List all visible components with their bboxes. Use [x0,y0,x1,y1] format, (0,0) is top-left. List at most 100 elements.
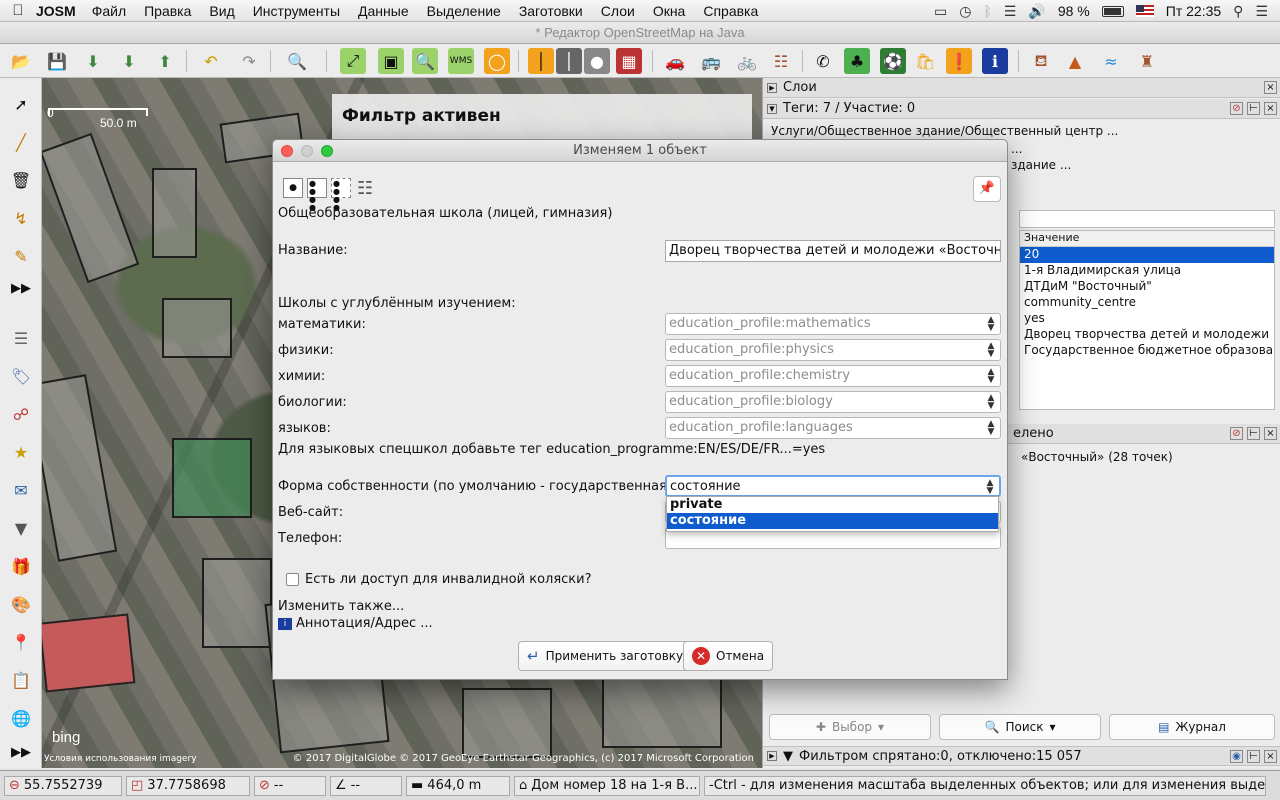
conflict-panel-icon[interactable]: ★ [7,438,35,466]
preferences-icon[interactable]: 🔍 [284,48,310,74]
peak-icon[interactable]: ▲ [1062,48,1088,74]
layers-panel-icon[interactable]: ☰ [7,324,35,352]
expand-icon[interactable]: ▶ [767,751,777,761]
filter-panel-icon[interactable]: ▼ [7,514,35,542]
pin-icon[interactable]: ⊢ [1247,750,1260,763]
minimize-window-icon[interactable] [301,145,313,157]
railway-icon[interactable]: ☷ [768,48,794,74]
notification-center-icon[interactable]: ☰ [1255,3,1268,20]
tags-panel-icon[interactable]: 🏷 [7,362,35,390]
notes-panel-icon[interactable]: 📍 [7,628,35,656]
draw-tool-icon[interactable]: ╱ [7,128,35,156]
close-icon[interactable]: × [1264,102,1277,115]
input-source-flag-icon[interactable] [1135,5,1154,17]
car-icon[interactable]: 🚗 [662,48,688,74]
menu-presets[interactable]: Заготовки [519,3,583,19]
close-icon[interactable]: × [1264,750,1277,763]
tag-value-row[interactable]: 1-я Владимирская улица [1020,263,1274,279]
selection-item[interactable]: «Восточный» (28 точек) [1021,450,1173,464]
waterway-icon[interactable]: ≈ [1098,48,1124,74]
upload-icon[interactable]: ⬆ [152,48,178,74]
name-field[interactable]: Дворец творчества детей и молодежи «Вост… [665,240,1001,262]
biology-combo[interactable]: education_profile:biology ▲ ▼ [665,391,1001,413]
menu-file[interactable]: Файл [92,3,126,19]
validation-panel-icon[interactable]: ✉ [7,476,35,504]
delete-tool-icon[interactable]: 🗑 [7,166,35,194]
phone-icon[interactable]: ✆ [810,48,836,74]
languages-combo[interactable]: education_profile:languages ▲ ▼ [665,417,1001,439]
todo-panel-icon[interactable]: 📋 [7,666,35,694]
tag-value-row[interactable]: yes [1020,311,1274,327]
option-state[interactable]: состояние [667,513,998,529]
industrial-icon[interactable]: ⛾ [1028,48,1054,74]
filter-panel-header[interactable]: ▶ ▼ Фильтром спрятано:0, отключено:15 05… [763,746,1280,766]
display-icon[interactable]: ▭ [934,3,947,20]
tag-value-row[interactable]: Дворец творчества детей и молодежи ... [1020,327,1274,343]
menu-layers[interactable]: Слои [601,3,635,19]
math-combo[interactable]: education_profile:mathematics ▲ ▼ [665,313,1001,335]
bicycle-icon[interactable]: 🚲 [734,48,760,74]
app-menu[interactable]: JOSM [36,3,76,19]
tags-panel-header[interactable]: ▼ Теги: 7 / Участие: 0 ⊘ ⊢ × [763,99,1280,119]
menu-help[interactable]: Справка [703,3,758,19]
open-file-icon[interactable]: 📂 [8,48,34,74]
map-paint-icon[interactable]: 🎨 [7,590,35,618]
wms-icon[interactable]: WMS [448,48,474,74]
apply-preset-button[interactable]: ↵ Применить заготовку [518,641,693,671]
disable-icon[interactable]: ⊘ [1230,427,1243,440]
tag-search-field[interactable] [1019,210,1275,228]
close-icon[interactable]: × [1264,81,1277,94]
tag-table[interactable]: Значение 20 1-я Владимирская улица ДТДиМ… [1019,230,1275,410]
address-link[interactable]: i Аннотация/Адрес ... [278,616,433,631]
preset-line-2[interactable]: ... [1011,142,1022,156]
apple-menu-icon[interactable]:  [0,2,36,19]
menu-windows[interactable]: Окна [653,3,686,19]
download-icon[interactable]: ⬇ [80,48,106,74]
spotlight-search-icon[interactable]: ⚲ [1233,3,1243,20]
layers-panel-header[interactable]: ▶ Слои × [763,78,1280,98]
shop-icon[interactable]: 🛍 [912,48,938,74]
zoom-selection-icon[interactable]: ▣ [378,48,404,74]
barrier-icon[interactable]: ▦ [616,48,642,74]
select-tool-icon[interactable]: ➚ [7,90,35,118]
select-button[interactable]: ✚ Выбор ▾ [769,714,931,740]
lane-icon[interactable]: │ [528,48,554,74]
close-icon[interactable]: × [1264,427,1277,440]
menu-tools[interactable]: Инструменты [253,3,340,19]
download-area-icon[interactable]: ⬇ [116,48,142,74]
wifi-icon[interactable]: ☰ [1004,3,1017,20]
castle-icon[interactable]: ♜ [1134,48,1160,74]
improve-way-icon[interactable]: ↯ [7,204,35,232]
menu-selection[interactable]: Выделение [427,3,501,19]
info-icon[interactable]: ℹ [982,48,1008,74]
more-tools-icon[interactable]: ▶▶ [7,274,35,302]
relations-panel-icon[interactable]: ☍ [7,400,35,428]
redo-icon[interactable]: ↷ [236,48,262,74]
zoom-icon[interactable]: 🔍 [412,48,438,74]
close-window-icon[interactable] [281,145,293,157]
history-button[interactable]: ▤ Журнал [1109,714,1275,740]
battery-icon[interactable] [1101,5,1124,17]
physics-combo[interactable]: education_profile:physics ▲ ▼ [665,339,1001,361]
bluetooth-icon[interactable]: ᛒ [983,3,991,19]
bus-icon[interactable]: 🚌 [698,48,724,74]
ownership-combo[interactable]: состояние ▲ ▼ [665,475,1001,497]
pencil-icon[interactable]: ✎ [7,242,35,270]
maximize-window-icon[interactable] [321,145,333,157]
expand-icon[interactable]: ▶ [767,82,777,93]
search-button[interactable]: 🔍 Поиск ▾ [939,714,1101,740]
preset-line-3[interactable]: здание ... [1011,158,1071,172]
sport-icon[interactable]: ⚽ [880,48,906,74]
value-column-header[interactable]: Значение [1020,231,1274,247]
undo-icon[interactable]: ↶ [198,48,224,74]
tag-value-row[interactable]: Государственное бюджетное образова... [1020,343,1274,359]
eye-icon[interactable]: ◉ [1230,750,1243,763]
road-icon[interactable]: │ [556,48,582,74]
pin-icon[interactable]: ⊢ [1247,102,1260,115]
clock[interactable]: Пт 22:35 [1166,3,1221,19]
option-private[interactable]: private [667,497,998,513]
menu-data[interactable]: Данные [358,3,409,19]
menu-edit[interactable]: Правка [144,3,191,19]
pin-icon[interactable]: 📌 [973,176,1001,202]
wheelchair-checkbox[interactable] [286,573,299,586]
